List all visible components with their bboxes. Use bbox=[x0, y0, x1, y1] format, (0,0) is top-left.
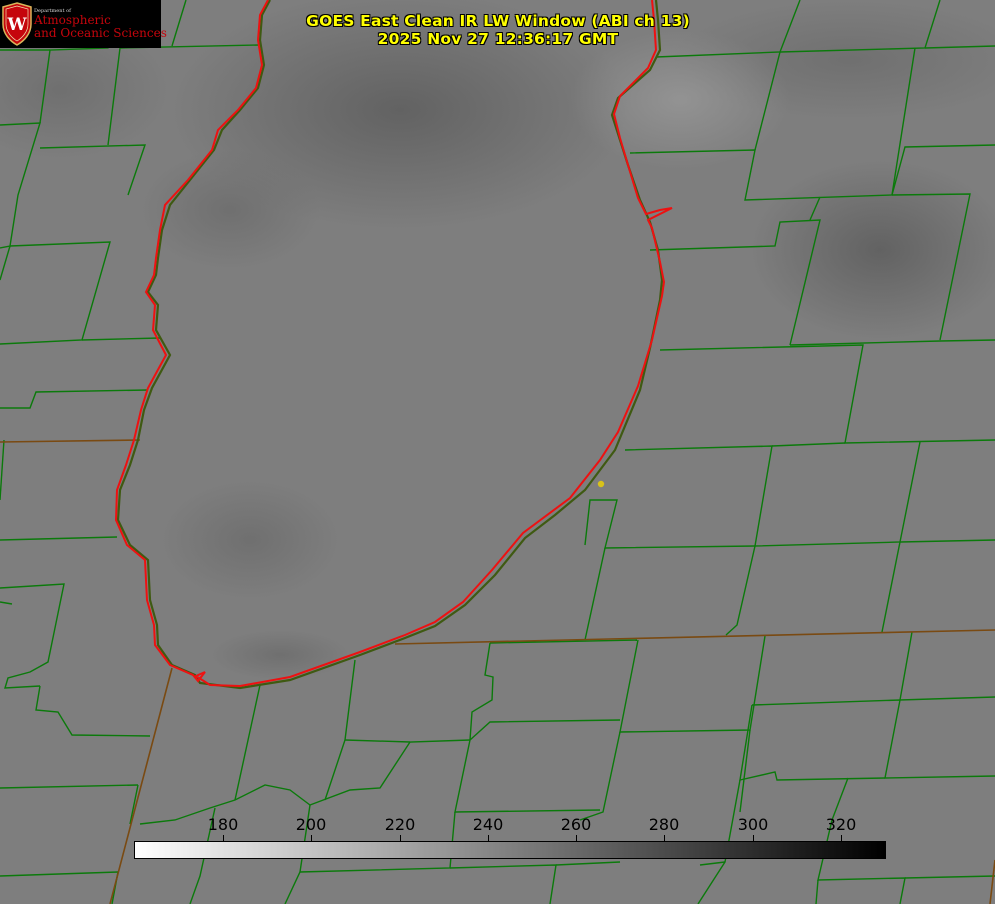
colorbar-tick-mark bbox=[753, 835, 754, 841]
colorbar-tick-label: 300 bbox=[737, 815, 769, 834]
cloud-patch bbox=[210, 630, 350, 680]
colorbar-tick-label: 200 bbox=[295, 815, 327, 834]
colorbar-tick-mark bbox=[311, 835, 312, 841]
colorbar-tick-label: 280 bbox=[648, 815, 680, 834]
cloud-patch bbox=[160, 480, 340, 600]
colorbar-tick-mark bbox=[576, 835, 577, 841]
colorbar bbox=[134, 841, 886, 859]
colorbar-tick-mark bbox=[488, 835, 489, 841]
satellite-map bbox=[0, 0, 995, 904]
colorbar-tick-label: 180 bbox=[207, 815, 239, 834]
location-marker bbox=[597, 480, 605, 488]
colorbar-tick-label: 240 bbox=[472, 815, 504, 834]
crest-letter: W bbox=[6, 15, 27, 35]
bright-patch bbox=[570, 30, 790, 170]
colorbar-tick-mark bbox=[664, 835, 665, 841]
cloud-patch bbox=[140, 150, 320, 270]
aos-logo[interactable]: W Department of Atmospheric and Oceanic … bbox=[0, 0, 167, 48]
uw-crest-icon: W bbox=[2, 2, 32, 46]
colorbar-tick-label: 320 bbox=[825, 815, 857, 834]
logo-line1: Atmospheric bbox=[34, 13, 111, 27]
colorbar-tick-mark bbox=[400, 835, 401, 841]
colorbar-tick-label: 260 bbox=[560, 815, 592, 834]
colorbar-tick-mark bbox=[841, 835, 842, 841]
image-timestamp: 2025 Nov 27 12:36:17 GMT bbox=[377, 30, 619, 48]
image-title: GOES East Clean IR LW Window (ABI ch 13) bbox=[306, 12, 690, 30]
colorbar-tick-mark bbox=[223, 835, 224, 841]
logo-line2: and Oceanic Sciences bbox=[34, 26, 167, 40]
colorbar-tick-label: 220 bbox=[384, 815, 416, 834]
